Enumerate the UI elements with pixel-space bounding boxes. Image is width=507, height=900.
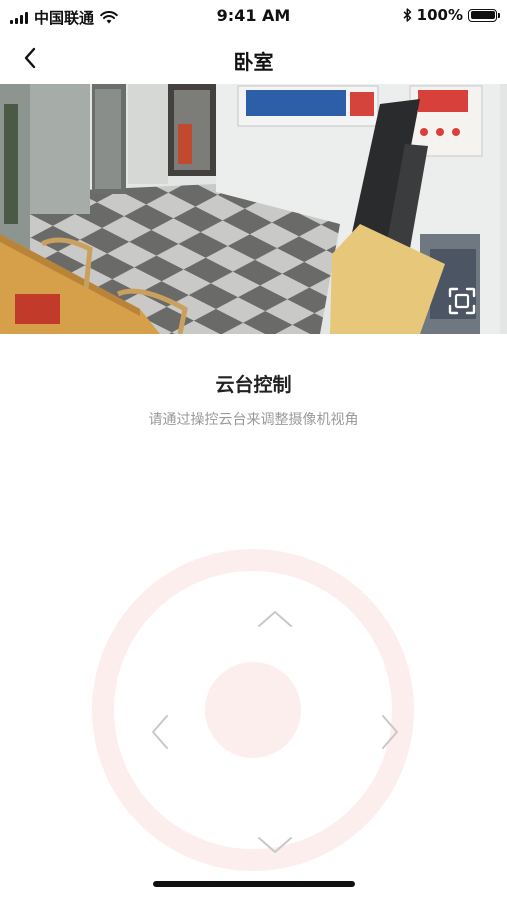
pan-down-button[interactable] — [255, 825, 295, 865]
pan-left-button[interactable] — [140, 712, 180, 752]
camera-live-view[interactable] — [0, 84, 507, 334]
pan-right-button[interactable] — [370, 712, 410, 752]
bluetooth-icon — [403, 8, 411, 22]
chevron-left-icon — [152, 715, 168, 749]
ptz-joystick[interactable] — [92, 549, 414, 871]
fullscreen-button[interactable] — [447, 286, 477, 316]
page-title: 卧室 — [233, 50, 274, 74]
joystick-center-knob[interactable] — [205, 662, 301, 758]
battery-icon — [468, 8, 500, 22]
camera-feed-image — [0, 84, 507, 334]
status-right: 100% — [403, 6, 500, 24]
chevron-down-icon — [258, 837, 292, 853]
ptz-subtitle: 请通过操控云台来调整摄像机视角 — [148, 412, 359, 428]
status-bar: 中国联通 9:41 AM 100% — [0, 0, 507, 32]
chevron-up-icon — [258, 611, 292, 627]
ptz-title: 云台控制 — [215, 374, 292, 396]
battery-percent: 100% — [416, 6, 463, 24]
fullscreen-icon — [448, 287, 476, 315]
pan-up-button[interactable] — [255, 599, 295, 639]
home-indicator[interactable] — [153, 881, 355, 887]
nav-bar: 卧室 — [0, 36, 507, 80]
chevron-right-icon — [382, 715, 398, 749]
